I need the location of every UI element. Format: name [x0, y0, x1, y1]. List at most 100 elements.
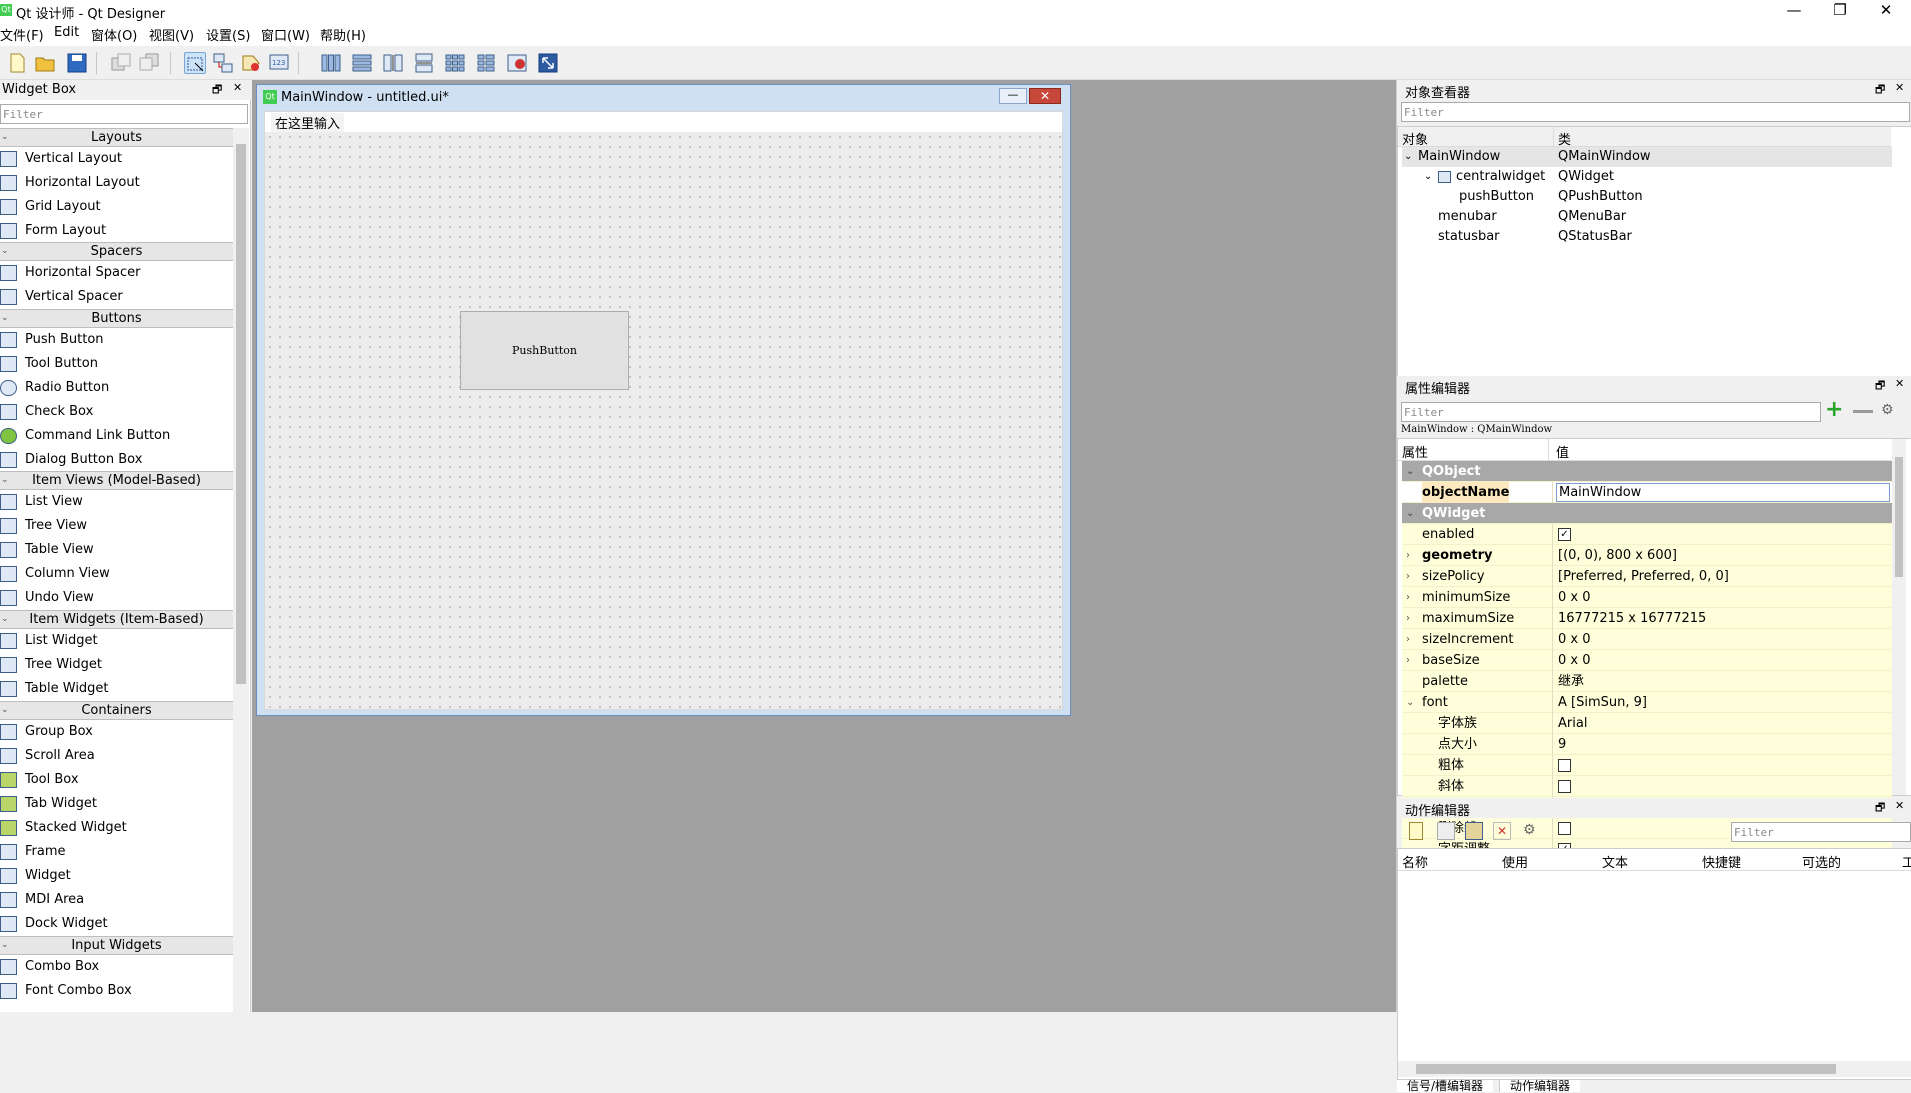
widget-vertical-spacer[interactable]: Vertical Spacer — [0, 285, 233, 309]
float-icon[interactable]: 🗗 — [1875, 81, 1885, 100]
property-value[interactable]: A [SimSun, 9] — [1558, 692, 1647, 713]
property-scrollbar[interactable] — [1892, 439, 1906, 795]
property-row[interactable]: objectName MainWindow — [1402, 482, 1892, 503]
property-value[interactable]: MainWindow — [1556, 483, 1890, 502]
col-class-header[interactable]: 类 — [1558, 129, 1571, 148]
edit-tab-order-icon[interactable]: 123 — [268, 52, 290, 74]
widget-table-view[interactable]: Table View — [0, 538, 233, 562]
widget-widget[interactable]: Widget — [0, 864, 233, 888]
expand-arrow-icon[interactable]: › — [1406, 608, 1410, 629]
action-hscrollbar[interactable] — [1398, 1061, 1911, 1077]
property-row[interactable]: › sizeIncrement 0 x 0 — [1402, 629, 1892, 650]
widget-frame[interactable]: Frame — [0, 840, 233, 864]
form-minimize-button[interactable]: — — [999, 88, 1027, 104]
configure-wrench-icon[interactable]: ⚙ — [1523, 822, 1543, 842]
edit-buddies-icon[interactable] — [240, 52, 262, 74]
menu-view[interactable]: 视图(V) — [149, 25, 194, 44]
widget-dialog-button-box[interactable]: Dialog Button Box — [0, 448, 233, 472]
property-value[interactable]: 0 x 0 — [1558, 650, 1591, 671]
property-row[interactable]: › baseSize 0 x 0 — [1402, 650, 1892, 671]
layout-vertical-splitter-icon[interactable] — [413, 52, 435, 74]
expand-arrow-icon[interactable]: ⌄ — [1406, 692, 1414, 713]
property-row[interactable]: › maximumSize 16777215 x 16777215 — [1402, 608, 1892, 629]
col-checkable-header[interactable]: 可选的 — [1802, 852, 1841, 871]
widget-box-scrollbar[interactable] — [233, 128, 249, 1012]
category-containers[interactable]: ⌄ Containers — [0, 701, 233, 720]
property-value[interactable]: 0 x 0 — [1558, 629, 1591, 650]
widget-table-widget[interactable]: Table Widget — [0, 677, 233, 701]
widget-tree-view[interactable]: Tree View — [0, 514, 233, 538]
edit-signals-slots-icon[interactable] — [212, 52, 234, 74]
menu-edit[interactable]: Edit — [54, 25, 79, 40]
category-spacers[interactable]: ⌄ Spacers — [0, 242, 233, 261]
tree-row-mainwindow[interactable]: ⌄ MainWindow QMainWindow — [1402, 147, 1892, 167]
layout-vertical-icon[interactable] — [351, 52, 373, 74]
menu-settings[interactable]: 设置(S) — [206, 25, 250, 44]
widget-grid-layout[interactable]: Grid Layout — [0, 195, 233, 219]
menu-file[interactable]: 文件(F) — [0, 25, 44, 44]
widget-undo-view[interactable]: Undo View — [0, 586, 233, 610]
category-item-widgets[interactable]: ⌄ Item Widgets (Item-Based) — [0, 610, 233, 629]
property-row[interactable]: › geometry [(0, 0), 800 x 600] — [1402, 545, 1892, 566]
col-shortcut-header[interactable]: 快捷键 — [1702, 852, 1741, 871]
scrollbar-thumb[interactable] — [1416, 1064, 1836, 1074]
object-filter-input[interactable]: Filter — [1401, 102, 1910, 122]
property-value[interactable]: 16777215 x 16777215 — [1558, 608, 1706, 629]
property-checkbox[interactable] — [1558, 780, 1571, 793]
widget-list-widget[interactable]: List Widget — [0, 629, 233, 653]
expand-arrow-icon[interactable]: ⌄ — [1406, 503, 1414, 524]
property-value[interactable]: [Preferred, Preferred, 0, 0] — [1558, 566, 1729, 587]
widget-command-link-button[interactable]: Command Link Button — [0, 424, 233, 448]
col-used-header[interactable]: 使用 — [1502, 852, 1528, 871]
form-menubar[interactable]: 在这里输入 — [265, 112, 1062, 132]
category-buttons[interactable]: ⌄ Buttons — [0, 309, 233, 328]
widget-tab-widget[interactable]: Tab Widget — [0, 792, 233, 816]
layout-grid-icon[interactable] — [444, 52, 466, 74]
layout-horizontal-splitter-icon[interactable] — [382, 52, 404, 74]
menu-window[interactable]: 窗口(W) — [261, 25, 310, 44]
widget-check-box[interactable]: Check Box — [0, 400, 233, 424]
adjust-size-icon[interactable] — [537, 52, 559, 74]
tree-row-pushbutton[interactable]: pushButton QPushButton — [1402, 187, 1892, 207]
property-row[interactable]: 点大小 9 — [1402, 734, 1892, 755]
expand-arrow-icon[interactable]: › — [1406, 650, 1410, 671]
widget-horizontal-layout[interactable]: Horizontal Layout — [0, 171, 233, 195]
property-row[interactable]: › minimumSize 0 x 0 — [1402, 587, 1892, 608]
save-icon[interactable] — [66, 52, 88, 74]
float-icon[interactable]: 🗗 — [1875, 799, 1885, 818]
widget-list-view[interactable]: List View — [0, 490, 233, 514]
widget-tool-button[interactable]: Tool Button — [0, 352, 233, 376]
widget-mdi-area[interactable]: MDI Area — [0, 888, 233, 912]
property-value[interactable]: 9 — [1558, 734, 1566, 755]
bring-forward-icon[interactable] — [110, 52, 132, 74]
menu-form[interactable]: 窗体(O) — [91, 25, 137, 44]
maximize-button[interactable]: ❐ — [1817, 0, 1863, 22]
send-back-icon[interactable] — [138, 52, 160, 74]
edit-widgets-icon[interactable] — [184, 52, 206, 74]
widget-form-layout[interactable]: Form Layout — [0, 219, 233, 243]
add-dynamic-property-icon[interactable]: + — [1825, 399, 1847, 422]
property-value[interactable]: Arial — [1558, 713, 1587, 734]
layout-form-icon[interactable] — [475, 52, 497, 74]
property-filter-input[interactable]: Filter — [1401, 402, 1821, 422]
widget-combo-box[interactable]: Combo Box — [0, 955, 233, 979]
menu-placeholder[interactable]: 在这里输入 — [271, 113, 345, 132]
col-tooltip-header[interactable]: 工 — [1902, 852, 1911, 871]
category-input-widgets[interactable]: ⌄ Input Widgets — [0, 936, 233, 955]
widget-filter-input[interactable]: Filter — [0, 104, 248, 124]
col-object-header[interactable]: 对象 — [1402, 129, 1428, 148]
property-row[interactable]: 斜体 — [1402, 776, 1892, 797]
expand-arrow-icon[interactable]: ⌄ — [1406, 461, 1414, 482]
close-icon[interactable]: ✕ — [1895, 377, 1904, 390]
property-row[interactable]: ⌄ font A [SimSun, 9] — [1402, 692, 1892, 713]
property-row[interactable]: › sizePolicy [Preferred, Preferred, 0, 0] — [1402, 566, 1892, 587]
expand-arrow-icon[interactable]: › — [1406, 545, 1410, 566]
widget-radio-button[interactable]: Radio Button — [0, 376, 233, 400]
break-layout-icon[interactable] — [506, 52, 528, 74]
widget-push-button[interactable]: Push Button — [0, 328, 233, 352]
float-icon[interactable]: 🗗 — [212, 81, 222, 100]
widget-horizontal-spacer[interactable]: Horizontal Spacer — [0, 261, 233, 285]
widget-group-box[interactable]: Group Box — [0, 720, 233, 744]
widget-font-combo-box[interactable]: Font Combo Box — [0, 979, 233, 1003]
tab-action-editor[interactable]: 动作编辑器 — [1499, 1080, 1581, 1092]
